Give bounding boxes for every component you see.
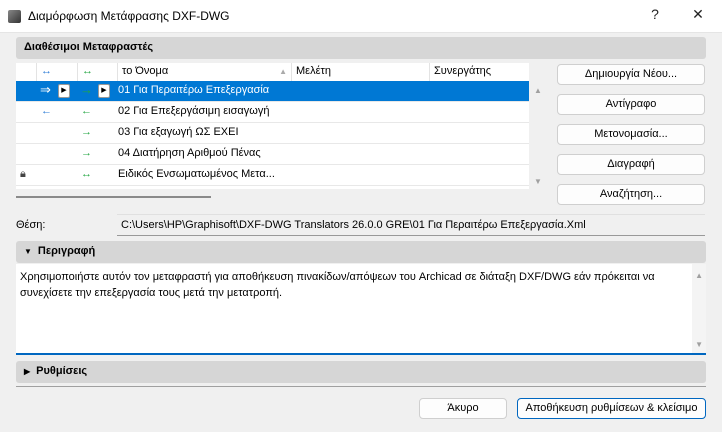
save-and-close-button[interactable]: Αποθήκευση ρυθμίσεων & κλείσιμο [517,398,706,419]
translators-section-header: Διαθέσιμοι Μεταφραστές [16,37,706,59]
description-section-header[interactable]: ▼ Περιγραφή [16,241,706,263]
translator-name: 02 Για Επεξεργάσιμη εισαγωγή [118,105,270,117]
header-export-icon[interactable]: ↔ [78,63,118,81]
location-label: Θέση: [16,219,46,231]
scroll-up-icon[interactable]: ▲ [534,86,542,95]
delete-button[interactable]: Διαγραφή [557,154,705,175]
translator-row-04[interactable]: → 04 Διατήρηση Αριθμού Πένας [16,144,529,165]
play-button[interactable]: ▶ [98,84,110,98]
lock-icon: 🔒︎ [20,168,26,180]
translators-list[interactable]: ↔ ↔ το Όνομα ▲ Μελέτη Συνεργάτης ⇒ ▶ → ▶ … [16,63,529,189]
header-project[interactable]: Μελέτη [292,63,430,81]
header-blank [16,63,37,81]
create-new-button[interactable]: Δημιουργία Νέου... [557,64,705,85]
play-button[interactable]: ▶ [58,84,70,98]
expanded-triangle-icon: ▼ [24,247,32,256]
export-arrow-icon: ← [81,105,92,117]
scroll-down-icon[interactable]: ▼ [534,177,542,186]
search-button[interactable]: Αναζήτηση... [557,184,705,205]
sort-ascending-icon: ▲ [279,67,287,76]
translator-row-03[interactable]: → 03 Για εξαγωγή ΩΣ ΕΧΕΙ [16,123,529,144]
export-arrow-icon: → [80,82,93,97]
export-arrow-icon: → [81,126,92,138]
header-partner[interactable]: Συνεργάτης [430,63,529,81]
window-title: Διαμόρφωση Μετάφρασης DXF-DWG [28,9,230,23]
header-import-icon[interactable]: ↔ [37,63,78,81]
translator-name: 01 Για Περαιτέρω Επεξεργασία [118,84,270,96]
export-arrow-icon: → [81,147,92,159]
description-textarea[interactable]: Χρησιμοποιήστε αυτόν τον μεταφραστή για … [16,264,706,355]
header-name[interactable]: το Όνομα ▲ [118,63,292,81]
translator-row-02[interactable]: ← ← 02 Για Επεξεργάσιμη εισαγωγή [16,102,529,123]
duplicate-button[interactable]: Αντίγραφο [557,94,705,115]
rename-button[interactable]: Μετονομασία... [557,124,705,145]
collapsed-triangle-icon: ▶ [24,367,31,376]
close-button[interactable]: ✕ [688,6,708,23]
export-arrow-icon: ↔ [81,168,92,180]
settings-title: Ρυθμίσεις [36,365,88,377]
translator-name: 03 Για εξαγωγή ΩΣ ΕΧΕΙ [118,126,239,138]
scroll-up-icon[interactable]: ▲ [695,271,703,280]
app-icon [8,10,21,23]
translator-name: 04 Διατήρηση Αριθμού Πένας [118,147,261,159]
scroll-down-icon[interactable]: ▼ [695,340,703,349]
location-field: C:\Users\HP\Graphisoft\DXF-DWG Translato… [117,214,705,236]
settings-section-header[interactable]: ▶ Ρυθμίσεις [16,361,706,383]
translator-row-01[interactable]: ⇒ ▶ → ▶ 01 Για Περαιτέρω Επεξεργασία [16,81,529,102]
help-button[interactable]: ? [645,6,665,22]
horizontal-scrollbar[interactable] [16,196,211,198]
translator-name: Ειδικός Ενσωματωμένος Μετα... [118,168,275,180]
cancel-button[interactable]: Άκυρο [419,398,507,419]
description-text: Χρησιμοποιήστε αυτόν τον μεταφραστή για … [20,271,655,299]
header-name-label: το Όνομα [122,65,169,77]
translator-row-builtin[interactable]: 🔒︎ ↔ Ειδικός Ενσωματωμένος Μετα... [16,165,529,186]
divider [16,386,706,387]
import-arrow-icon: ⇒ [40,82,51,97]
description-title: Περιγραφή [37,245,96,257]
import-arrow-icon: ← [41,105,52,117]
